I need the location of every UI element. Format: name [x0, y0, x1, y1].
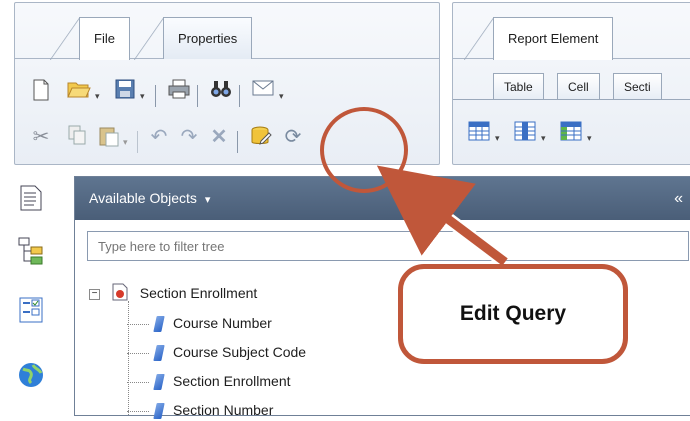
- edit-query-callout: Edit Query: [398, 264, 628, 364]
